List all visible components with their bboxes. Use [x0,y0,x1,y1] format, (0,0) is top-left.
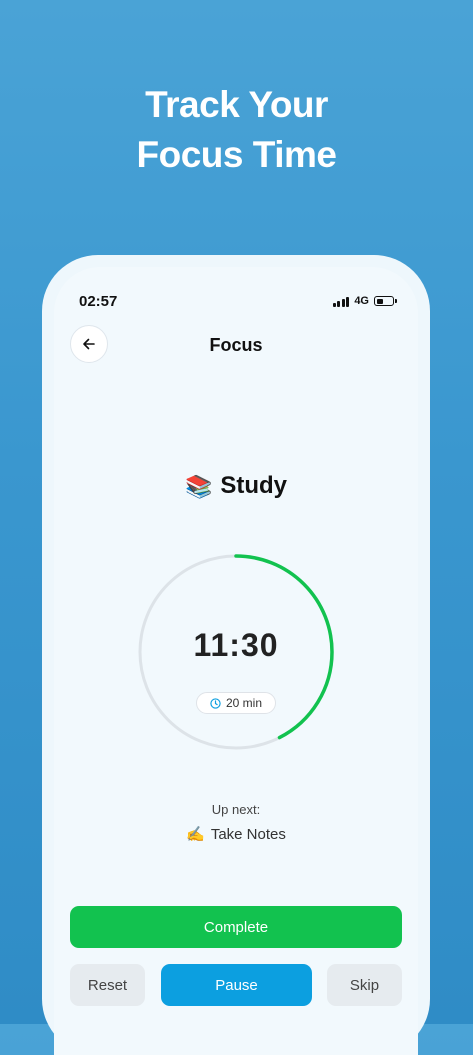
promo-headline: Track Your Focus Time [0,80,473,180]
duration-badge: 20 min [196,692,276,714]
skip-button[interactable]: Skip [327,964,402,1006]
pause-button[interactable]: Pause [161,964,312,1006]
app-screen: 02:57 4G Focus 📚 Study 11:30 20 min Up n… [54,267,418,1055]
status-time: 02:57 [79,293,118,310]
status-icons: 4G [332,295,397,307]
battery-icon [374,296,397,306]
up-next-label: Up next: [211,802,261,817]
books-icon: 📚 [184,474,213,499]
countdown-timer: 11:30 [193,627,279,663]
duration-label: 20 min [225,696,263,710]
writing-hand-icon: ✍️ [186,826,205,843]
up-next-task-name: Take Notes [210,826,286,843]
task-name: Study [220,472,288,499]
reset-button[interactable]: Reset [70,964,145,1006]
page-title: Focus [209,335,263,355]
current-task: 📚 Study [54,472,418,500]
up-next-task: ✍️ Take Notes [54,825,418,843]
network-label: 4G [354,295,369,307]
phone-frame: 02:57 4G Focus 📚 Study 11:30 20 min Up n… [42,255,430,1055]
clock-icon [210,697,221,709]
promo-line-1: Track Your [145,84,328,125]
promo-line-2: Focus Time [136,134,337,175]
signal-icon [332,296,350,307]
complete-button[interactable]: Complete [70,906,402,948]
